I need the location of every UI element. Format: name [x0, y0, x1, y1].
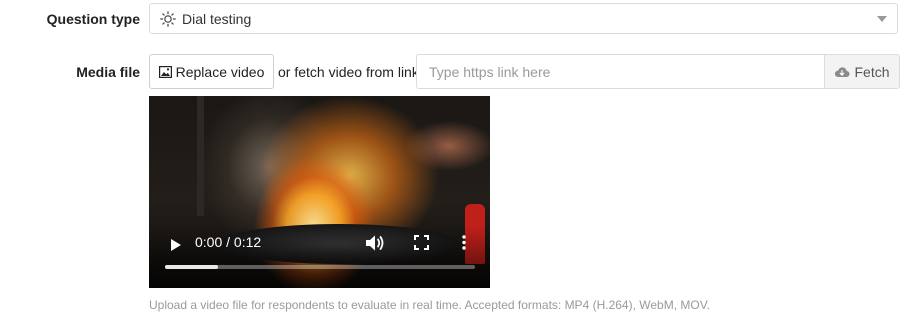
media-file-label: Media file: [76, 64, 140, 80]
video-progress-fill: [165, 265, 218, 269]
dial-sun-icon: [160, 10, 176, 27]
video-frame-detail: [197, 96, 204, 216]
video-time: 0:00 / 0:12: [195, 234, 262, 250]
video-player[interactable]: 0:00 / 0:12: [149, 96, 490, 288]
more-options-icon[interactable]: [462, 235, 466, 250]
replace-video-label: Replace video: [175, 63, 265, 80]
media-help-text: Upload a video file for respondents to e…: [149, 298, 710, 312]
video-progress-bar[interactable]: [165, 265, 475, 269]
chevron-down-icon: [877, 16, 887, 22]
volume-icon[interactable]: [365, 234, 385, 252]
replace-video-button[interactable]: Replace video: [149, 54, 274, 89]
fetch-link-hint: or fetch video from link: [278, 64, 419, 80]
question-type-label: Question type: [46, 11, 140, 27]
video-link-input[interactable]: [416, 54, 824, 89]
question-type-value: Dial testing: [182, 10, 252, 27]
question-type-select[interactable]: Dial testing: [149, 3, 898, 34]
fetch-button[interactable]: Fetch: [824, 54, 900, 89]
fullscreen-icon[interactable]: [414, 235, 429, 250]
fetch-label: Fetch: [854, 63, 890, 80]
cloud-download-icon: [834, 66, 851, 78]
image-icon: [158, 65, 172, 78]
play-icon[interactable]: [169, 238, 183, 252]
